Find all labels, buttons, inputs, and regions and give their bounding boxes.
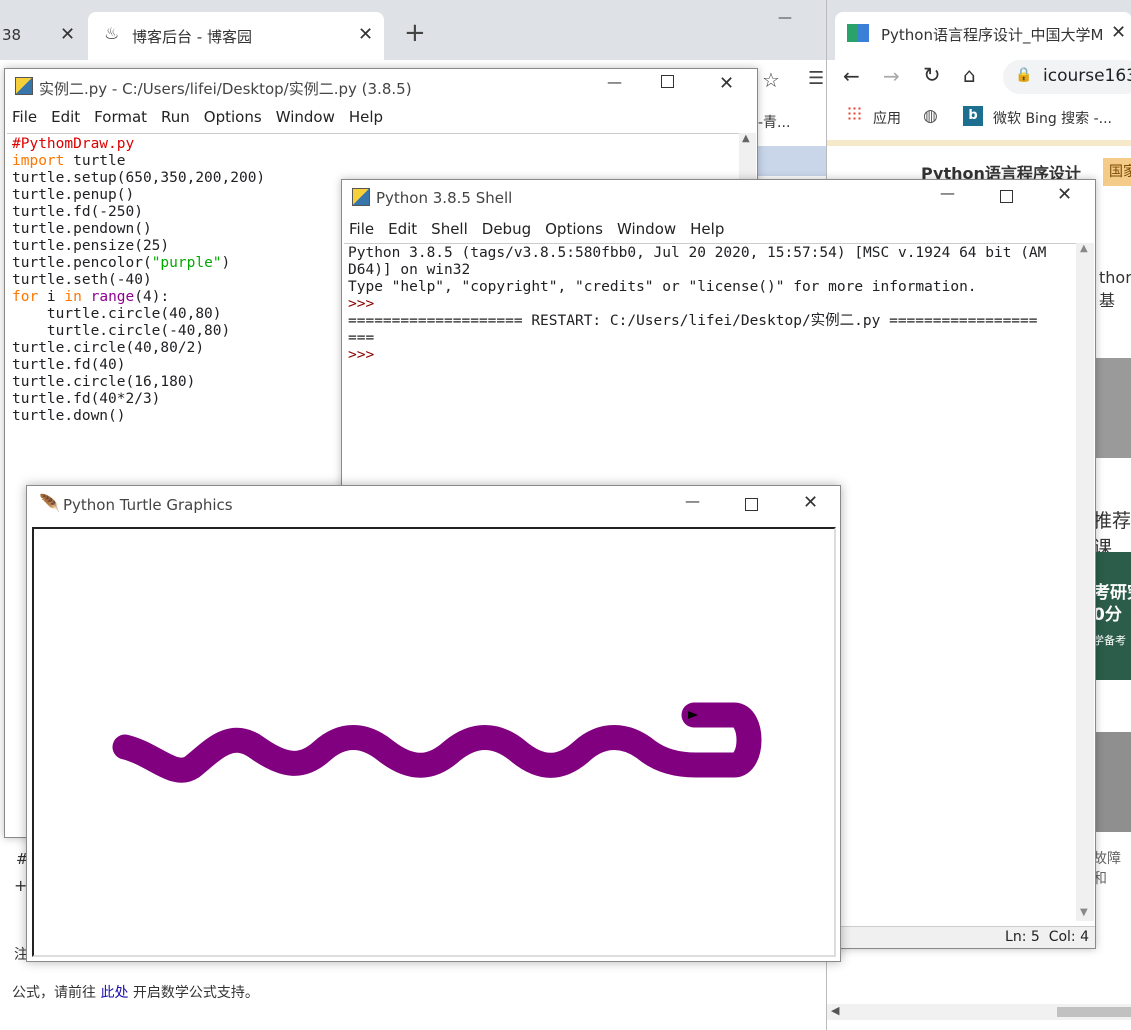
close-icon[interactable]: ✕ — [1057, 184, 1072, 205]
page-header-strip — [827, 140, 1131, 146]
cnblogs-icon: ♨ — [104, 24, 120, 44]
address-text: icourse163 — [1043, 66, 1131, 86]
shell-menubar: File Edit Shell Debug Options Window Hel… — [342, 217, 731, 241]
formula-prefix: 公式，请前往 — [12, 985, 101, 1001]
editor-titlebar[interactable]: 实例二.py - C:/Users/lifei/Desktop/实例二.py (… — [5, 69, 757, 105]
cursor-position: Ln: 5 Col: 4 — [1005, 929, 1089, 945]
close-icon[interactable]: ✕ — [803, 492, 818, 513]
scroll-up-icon[interactable]: ▲ — [742, 133, 750, 144]
turtle-drawing — [112, 702, 762, 783]
shell-titlebar[interactable]: Python 3.8.5 Shell — ✕ — [342, 180, 1095, 216]
forward-icon[interactable]: → — [883, 64, 900, 88]
code-line: #PythomDraw.py — [12, 136, 135, 152]
shell-line: D64)] on win32 — [348, 262, 471, 278]
left-page-bluebar — [756, 146, 826, 176]
editor-menubar: File Edit Format Run Options Window Help — [5, 105, 390, 129]
promo-line3: 学备考 — [1095, 634, 1126, 647]
turtle-titlebar[interactable]: 🪶 Python Turtle Graphics — ✕ — [27, 486, 840, 524]
menu-file[interactable]: File — [342, 217, 381, 241]
menu-edit[interactable]: Edit — [381, 217, 424, 241]
bookmarks-bar: 应用 ◍ b 微软 Bing 搜索 -... — [827, 100, 1131, 136]
home-icon[interactable]: ⌂ — [963, 63, 976, 87]
maximize-icon[interactable] — [661, 75, 674, 88]
formula-suffix: 开启数学公式支持。 — [128, 985, 259, 1001]
scroll-thumb[interactable] — [1057, 1007, 1131, 1017]
shell-line: Type "help", "copyright", "credits" or "… — [348, 279, 977, 295]
apps-icon — [847, 106, 862, 121]
back-icon[interactable]: ← — [843, 64, 860, 88]
grey-banner-2 — [1095, 732, 1131, 832]
bookmark-fragment[interactable]: -青... — [758, 112, 790, 132]
shell-title: Python 3.8.5 Shell — [376, 189, 513, 207]
bookmark-bing[interactable]: 微软 Bing 搜索 -... — [993, 108, 1112, 128]
formula-link[interactable]: 此处 — [100, 985, 128, 1001]
idle-icon — [15, 77, 33, 95]
h-scrollbar[interactable]: ◀ — [827, 1004, 1131, 1020]
turtle-title: Python Turtle Graphics — [63, 496, 233, 514]
shell-line: ==================== RESTART: C:/Users/l… — [348, 313, 1038, 329]
turtle-window: 🪶 Python Turtle Graphics — ✕ — [26, 485, 841, 962]
idle-icon — [352, 188, 370, 206]
shell-line: === — [348, 330, 375, 346]
tab-label: 博客后台 - 博客园 — [132, 28, 252, 46]
star-icon[interactable]: ☆ — [762, 68, 780, 92]
menu-edit[interactable]: Edit — [44, 105, 87, 129]
globe-icon: ◍ — [923, 106, 938, 126]
left-tab-1[interactable]: 38 ✕ — [0, 12, 86, 60]
minimize-button[interactable]: — — [778, 10, 792, 26]
scroll-down-icon[interactable]: ▼ — [1080, 907, 1088, 918]
menu-shell[interactable]: Shell — [424, 217, 475, 241]
feather-icon: 🪶 — [39, 494, 61, 514]
mooc-logo-icon — [847, 24, 869, 42]
tab-label: Python语言程序设计_中国大学M — [881, 26, 1104, 44]
right-tab-active[interactable]: Python语言程序设计_中国大学M ✕ — [835, 12, 1131, 60]
menu-options[interactable]: Options — [197, 105, 269, 129]
maximize-icon[interactable] — [1000, 190, 1013, 203]
shell-prompt: >>> — [348, 296, 383, 312]
shell-line: Python 3.8.5 (tags/v3.8.5:580fbb0, Jul 2… — [348, 245, 1047, 261]
scroll-left-icon[interactable]: ◀ — [831, 1004, 839, 1017]
right-toolbar: ← → ↻ ⌂ 🔒 icourse163 — [827, 60, 1131, 96]
turtle-canvas — [32, 527, 836, 957]
footer-formula-line: 公式，请前往 此处 开启数学公式支持。 — [12, 982, 259, 1002]
close-icon[interactable]: ✕ — [1111, 22, 1126, 43]
menu-icon[interactable]: ☰ — [808, 68, 824, 89]
page-badge: 国家 — [1103, 158, 1131, 186]
bing-icon: b — [963, 106, 983, 126]
maximize-icon[interactable] — [745, 498, 758, 511]
code-line: import turtle — [12, 153, 126, 169]
menu-help[interactable]: Help — [342, 105, 390, 129]
menu-help[interactable]: Help — [683, 217, 731, 241]
minimize-icon[interactable]: — — [607, 73, 622, 91]
menu-options[interactable]: Options — [538, 217, 610, 241]
promo-banner[interactable]: 考研究 0分 学备考 — [1095, 552, 1131, 680]
menu-window[interactable]: Window — [269, 105, 342, 129]
tab-label: 38 — [2, 26, 22, 44]
purple-snake — [112, 702, 762, 783]
shell-prompt: >>> — [348, 347, 383, 363]
bookmark-apps[interactable]: 应用 — [873, 108, 901, 128]
menu-file[interactable]: File — [5, 105, 44, 129]
side-text-1: thon基 — [1099, 268, 1131, 310]
menu-debug[interactable]: Debug — [475, 217, 538, 241]
left-tab-2-active[interactable]: ♨ 博客后台 - 博客园 ✕ — [88, 12, 384, 60]
fault-text: 故障和 — [1093, 851, 1121, 887]
promo-line2: 0分 — [1095, 605, 1122, 625]
shell-vscrollbar[interactable]: ▲ ▼ — [1076, 243, 1094, 921]
minimize-icon[interactable]: — — [685, 492, 700, 510]
close-icon[interactable]: ✕ — [60, 24, 75, 45]
menu-format[interactable]: Format — [87, 105, 154, 129]
menu-run[interactable]: Run — [154, 105, 197, 129]
menu-window[interactable]: Window — [610, 217, 683, 241]
minimize-icon[interactable]: — — [940, 184, 955, 202]
editor-title: 实例二.py - C:/Users/lifei/Desktop/实例二.py (… — [39, 80, 412, 98]
address-bar[interactable]: 🔒 icourse163 — [1003, 60, 1131, 94]
new-tab-button[interactable]: + — [404, 18, 426, 48]
scroll-up-icon[interactable]: ▲ — [1080, 243, 1088, 254]
close-icon[interactable]: ✕ — [719, 73, 734, 94]
lock-icon: 🔒 — [1015, 67, 1033, 83]
reload-icon[interactable]: ↻ — [923, 63, 941, 87]
close-icon[interactable]: ✕ — [358, 24, 373, 45]
grey-banner — [1095, 358, 1131, 458]
